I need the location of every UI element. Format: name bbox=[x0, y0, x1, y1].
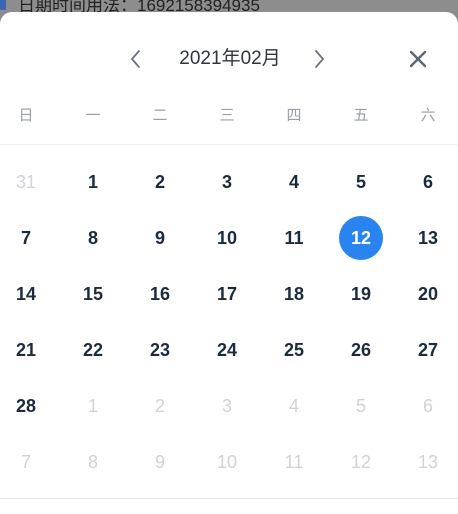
weekday-label: 一 bbox=[85, 107, 101, 124]
day-cell[interactable]: 2 bbox=[138, 160, 182, 204]
day-cell[interactable]: 13 bbox=[406, 216, 450, 260]
chevron-left-icon bbox=[131, 50, 140, 68]
day-cell-outside-month[interactable]: 11 bbox=[272, 440, 316, 484]
day-cell-outside-month[interactable]: 4 bbox=[272, 384, 316, 428]
day-cell-outside-month[interactable]: 12 bbox=[339, 440, 383, 484]
weekday-label: 四 bbox=[286, 107, 302, 124]
day-cell-outside-month[interactable]: 3 bbox=[205, 384, 249, 428]
weekday-label: 二 bbox=[152, 107, 168, 124]
day-cell-outside-month[interactable]: 8 bbox=[71, 440, 115, 484]
weekday-label: 六 bbox=[420, 107, 436, 124]
day-cell-outside-month[interactable]: 7 bbox=[4, 440, 48, 484]
weekday-divider bbox=[0, 144, 458, 145]
day-cell[interactable]: 25 bbox=[272, 328, 316, 372]
day-cell[interactable]: 16 bbox=[138, 272, 182, 316]
day-cell[interactable]: 8 bbox=[71, 216, 115, 260]
day-cell[interactable]: 17 bbox=[205, 272, 249, 316]
day-cell-outside-month[interactable]: 6 bbox=[406, 384, 450, 428]
day-cell-outside-month[interactable]: 9 bbox=[138, 440, 182, 484]
background-marker bbox=[0, 0, 6, 10]
background-page-text: 日期时间用法：1692158394935 bbox=[18, 0, 260, 12]
day-cell[interactable]: 28 bbox=[4, 384, 48, 428]
weekday-label: 三 bbox=[219, 107, 235, 124]
weekday-label: 日 bbox=[18, 107, 34, 124]
day-cell[interactable]: 18 bbox=[272, 272, 316, 316]
day-cell[interactable]: 21 bbox=[4, 328, 48, 372]
bottom-divider bbox=[0, 498, 458, 499]
day-cell[interactable]: 24 bbox=[205, 328, 249, 372]
day-cell-outside-month[interactable]: 1 bbox=[71, 384, 115, 428]
day-cell[interactable]: 6 bbox=[406, 160, 450, 204]
day-cell[interactable]: 9 bbox=[138, 216, 182, 260]
day-cell[interactable]: 19 bbox=[339, 272, 383, 316]
day-cell[interactable]: 23 bbox=[138, 328, 182, 372]
day-cell[interactable]: 22 bbox=[71, 328, 115, 372]
day-cell[interactable]: 11 bbox=[272, 216, 316, 260]
day-cell[interactable]: 4 bbox=[272, 160, 316, 204]
close-button[interactable] bbox=[404, 45, 432, 73]
close-icon bbox=[409, 50, 427, 68]
day-cell[interactable]: 1 bbox=[71, 160, 115, 204]
day-cell[interactable]: 3 bbox=[205, 160, 249, 204]
month-title: 2021年02月 bbox=[179, 48, 281, 69]
day-cell[interactable]: 5 bbox=[339, 160, 383, 204]
day-cell[interactable]: 15 bbox=[71, 272, 115, 316]
day-cell[interactable]: 26 bbox=[339, 328, 383, 372]
day-cell[interactable]: 27 bbox=[406, 328, 450, 372]
prev-month-button[interactable] bbox=[122, 45, 150, 73]
day-cell-outside-month[interactable]: 2 bbox=[138, 384, 182, 428]
chevron-right-icon bbox=[315, 50, 324, 68]
background-page-strip: 日期时间用法：1692158394935 bbox=[0, 0, 458, 12]
weekday-label: 五 bbox=[353, 107, 369, 124]
day-cell-outside-month[interactable]: 31 bbox=[4, 160, 48, 204]
day-cell-outside-month[interactable]: 5 bbox=[339, 384, 383, 428]
day-cell-selected[interactable]: 12 bbox=[339, 216, 383, 260]
day-cell-outside-month[interactable]: 13 bbox=[406, 440, 450, 484]
day-cell[interactable]: 14 bbox=[4, 272, 48, 316]
date-picker-header: 2021年02月 bbox=[0, 12, 458, 98]
date-picker-popup: 2021年02月 日一二三四五六 31 1 2 3 4 5 6 7 8 9 10 11 12 13 14 15… bbox=[0, 12, 458, 514]
next-month-button[interactable] bbox=[305, 45, 333, 73]
day-cell[interactable]: 10 bbox=[205, 216, 249, 260]
day-cell[interactable]: 7 bbox=[4, 216, 48, 260]
day-cell-outside-month[interactable]: 10 bbox=[205, 440, 249, 484]
day-cell[interactable]: 20 bbox=[406, 272, 450, 316]
weekday-header-row: 日一二三四五六 bbox=[0, 104, 458, 144]
